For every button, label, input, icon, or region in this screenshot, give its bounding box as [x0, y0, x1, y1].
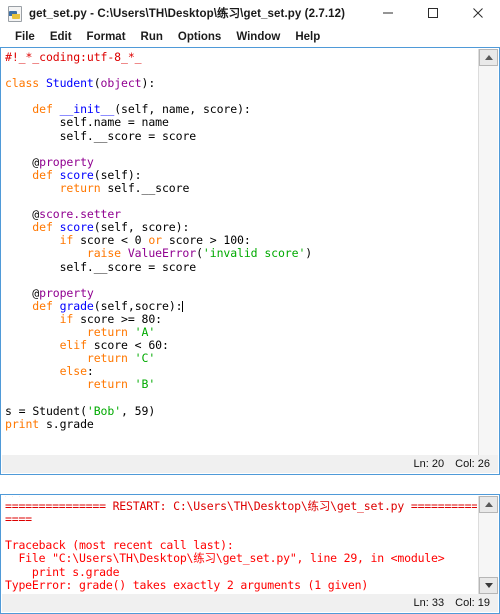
code-editor-text-area[interactable]: #!_*_coding:utf-8_*_ class Student(objec… — [2, 49, 479, 473]
python-shell-window: >>> =============== RESTART: C:\Users\TH… — [0, 494, 500, 614]
menu-item-edit[interactable]: Edit — [43, 29, 80, 45]
editor-column-indicator: Col: 26 — [455, 458, 490, 470]
menu-item-run[interactable]: Run — [134, 29, 171, 45]
editor-body: #!_*_coding:utf-8_*_ class Student(objec… — [0, 47, 500, 475]
shell-output-text: >>> =============== RESTART: C:\Users\TH… — [5, 496, 477, 594]
python-file-icon — [7, 5, 23, 22]
close-icon — [472, 8, 483, 18]
shell-scroll-up-button[interactable] — [479, 496, 498, 513]
idle-application-window: get_set.py - C:\Users\TH\Desktop\练习\get_… — [0, 0, 500, 614]
maximize-icon — [427, 8, 438, 18]
shell-column-indicator: Col: 19 — [455, 597, 490, 609]
maximize-button[interactable] — [410, 0, 455, 26]
minimize-button[interactable] — [365, 0, 410, 26]
menu-item-format[interactable]: Format — [80, 29, 134, 45]
editor-vertical-scrollbar[interactable] — [478, 49, 498, 473]
chevron-up-icon — [484, 502, 493, 507]
shell-scroll-track[interactable] — [479, 513, 498, 577]
editor-line-indicator: Ln: 20 — [413, 458, 445, 470]
chevron-up-icon — [484, 55, 493, 60]
menu-item-window[interactable]: Window — [229, 29, 288, 45]
menu-item-file[interactable]: File — [8, 29, 43, 45]
scroll-track[interactable] — [479, 66, 498, 456]
shell-status-bar: Ln: 33 Col: 19 — [2, 594, 498, 612]
editor-window: get_set.py - C:\Users\TH\Desktop\练习\get_… — [0, 0, 500, 494]
menu-item-help[interactable]: Help — [288, 29, 328, 45]
shell-line-indicator: Ln: 33 — [413, 597, 445, 609]
shell-output-area[interactable]: >>> =============== RESTART: C:\Users\TH… — [2, 496, 477, 594]
shell-scroll-down-button[interactable] — [479, 577, 498, 594]
shell-vertical-scrollbar[interactable] — [478, 496, 498, 594]
editor-status-bar: Ln: 20 Col: 26 — [2, 455, 498, 473]
chevron-down-icon — [484, 583, 493, 588]
close-button[interactable] — [455, 0, 500, 26]
minimize-icon — [382, 12, 393, 14]
window-controls — [365, 0, 500, 26]
menu-item-options[interactable]: Options — [171, 29, 229, 45]
menu-bar: File Edit Format Run Options Window Help — [0, 26, 500, 47]
scroll-up-button[interactable] — [479, 49, 498, 66]
window-title: get_set.py - C:\Users\TH\Desktop\练习\get_… — [29, 8, 346, 20]
source-code: #!_*_coding:utf-8_*_ class Student(objec… — [5, 50, 313, 431]
title-bar: get_set.py - C:\Users\TH\Desktop\练习\get_… — [0, 0, 500, 26]
